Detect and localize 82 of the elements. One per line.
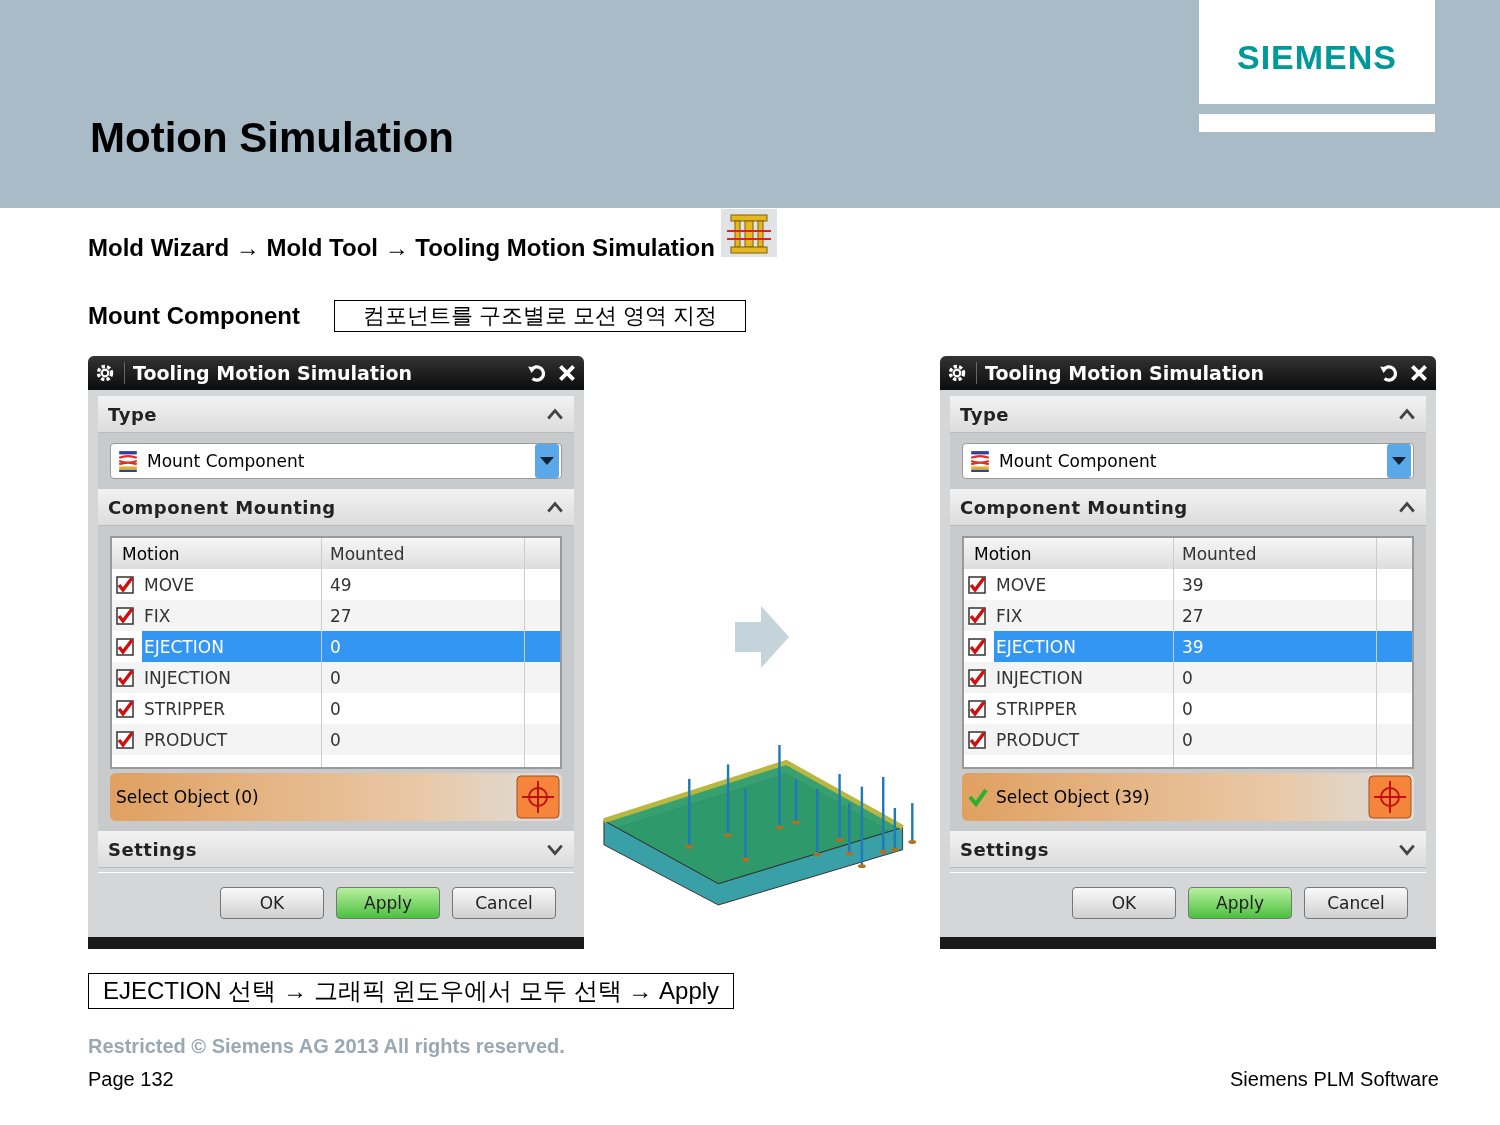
- motion-cell[interactable]: FIX: [994, 600, 1173, 631]
- section-label: Mount Component: [88, 302, 300, 330]
- motion-cell[interactable]: INJECTION: [994, 662, 1173, 693]
- checkbox[interactable]: [968, 575, 986, 594]
- reset-icon[interactable]: [1378, 362, 1400, 384]
- motion-cell[interactable]: STRIPPER: [142, 693, 321, 724]
- expand-icon[interactable]: [1398, 842, 1416, 856]
- collapse-icon[interactable]: [1398, 500, 1416, 514]
- page-number: Page 132: [88, 1068, 174, 1091]
- column-header[interactable]: Motion: [112, 538, 322, 569]
- select-object-bar[interactable]: Select Object (0): [110, 773, 562, 821]
- motion-cell[interactable]: INJECTION: [142, 662, 321, 693]
- reset-icon[interactable]: [526, 362, 548, 384]
- motion-cell[interactable]: STRIPPER: [994, 693, 1173, 724]
- company-logo: SIEMENS: [1236, 37, 1397, 77]
- dialog-button[interactable]: Cancel: [452, 887, 556, 919]
- checkbox[interactable]: [968, 637, 986, 656]
- close-icon[interactable]: [556, 362, 578, 384]
- menu-path: Mold Wizard → Mold Tool → Tooling Motion Simulation: [88, 234, 715, 263]
- dialog-title: Tooling Motion Simulation: [976, 362, 1265, 384]
- motion-cell[interactable]: MOVE: [994, 569, 1173, 600]
- motion-cell[interactable]: PRODUCT: [994, 724, 1173, 755]
- select-object-bar[interactable]: Select Object (39): [962, 773, 1414, 821]
- dialog-title: Tooling Motion Simulation: [124, 362, 413, 384]
- select-object-label: Select Object (39): [996, 787, 1151, 807]
- slide-title: Motion Simulation: [90, 113, 454, 163]
- collapse-icon[interactable]: [546, 500, 564, 514]
- column-header[interactable]: Mounted: [322, 538, 525, 569]
- motion-cell[interactable]: PRODUCT: [142, 724, 321, 755]
- column-header[interactable]: Motion: [964, 538, 1174, 569]
- dropdown-value: Mount Component: [999, 451, 1158, 471]
- dialog-button[interactable]: OK: [1072, 887, 1176, 919]
- checkbox[interactable]: [968, 668, 986, 687]
- checkbox[interactable]: [968, 606, 986, 625]
- copyright-text: Restricted © Siemens AG 2013 All rights reserved.: [88, 1035, 566, 1058]
- note-box: 컴포넌트를 구조별로 모션 영역 지정: [333, 300, 747, 332]
- section-header[interactable]: Component Mounting: [98, 489, 574, 526]
- section-header[interactable]: Type: [98, 396, 574, 433]
- expand-icon[interactable]: [546, 842, 564, 856]
- component-stack-icon: [969, 450, 991, 472]
- section-header[interactable]: Settings: [98, 831, 574, 868]
- close-icon[interactable]: [1408, 362, 1430, 384]
- checkbox[interactable]: [116, 606, 134, 625]
- mounted-cell: 39: [1174, 631, 1377, 662]
- section-header[interactable]: Settings: [950, 831, 1426, 868]
- mounted-cell: 0: [322, 662, 525, 693]
- component-stack-icon: [117, 450, 139, 472]
- section-header[interactable]: Component Mounting: [950, 489, 1426, 526]
- crosshair-icon[interactable]: [1368, 775, 1412, 819]
- checkbox[interactable]: [968, 730, 986, 749]
- collapse-icon[interactable]: [1398, 407, 1416, 421]
- settings-icon[interactable]: [94, 362, 116, 384]
- checkbox[interactable]: [116, 637, 134, 656]
- mold-tool-icon: [720, 208, 777, 258]
- section-header[interactable]: Type: [950, 396, 1426, 433]
- type-dropdown[interactable]: Mount Component: [962, 443, 1414, 479]
- right-arrow-icon: [735, 606, 789, 668]
- mounted-cell: 0: [1174, 662, 1377, 693]
- motion-cell[interactable]: FIX: [142, 600, 321, 631]
- dialog-button[interactable]: Apply: [1188, 887, 1292, 919]
- dialog-button[interactable]: Apply: [336, 887, 440, 919]
- settings-icon[interactable]: [946, 362, 968, 384]
- motion-cell[interactable]: MOVE: [142, 569, 321, 600]
- mounted-cell: 0: [322, 724, 525, 755]
- mounted-cell: 0: [1174, 724, 1377, 755]
- mounted-cell: 0: [322, 631, 525, 662]
- checkmark-icon: [968, 787, 988, 807]
- dropdown-value: Mount Component: [147, 451, 306, 471]
- checkbox[interactable]: [116, 668, 134, 687]
- company-name: Siemens PLM Software: [1230, 1068, 1439, 1091]
- checkbox[interactable]: [116, 699, 134, 718]
- collapse-icon[interactable]: [546, 407, 564, 421]
- crosshair-icon[interactable]: [516, 775, 560, 819]
- checkbox[interactable]: [968, 699, 986, 718]
- instruction-box: EJECTION 선택 → 그래픽 윈도우에서 모두 선택 → Apply: [88, 973, 735, 1009]
- type-dropdown[interactable]: Mount Component: [110, 443, 562, 479]
- checkbox[interactable]: [116, 575, 134, 594]
- dialog-button[interactable]: OK: [220, 887, 324, 919]
- select-object-label: Select Object (0): [116, 787, 260, 807]
- dialog-button[interactable]: Cancel: [1304, 887, 1408, 919]
- checkbox[interactable]: [116, 730, 134, 749]
- column-header[interactable]: Mounted: [1174, 538, 1377, 569]
